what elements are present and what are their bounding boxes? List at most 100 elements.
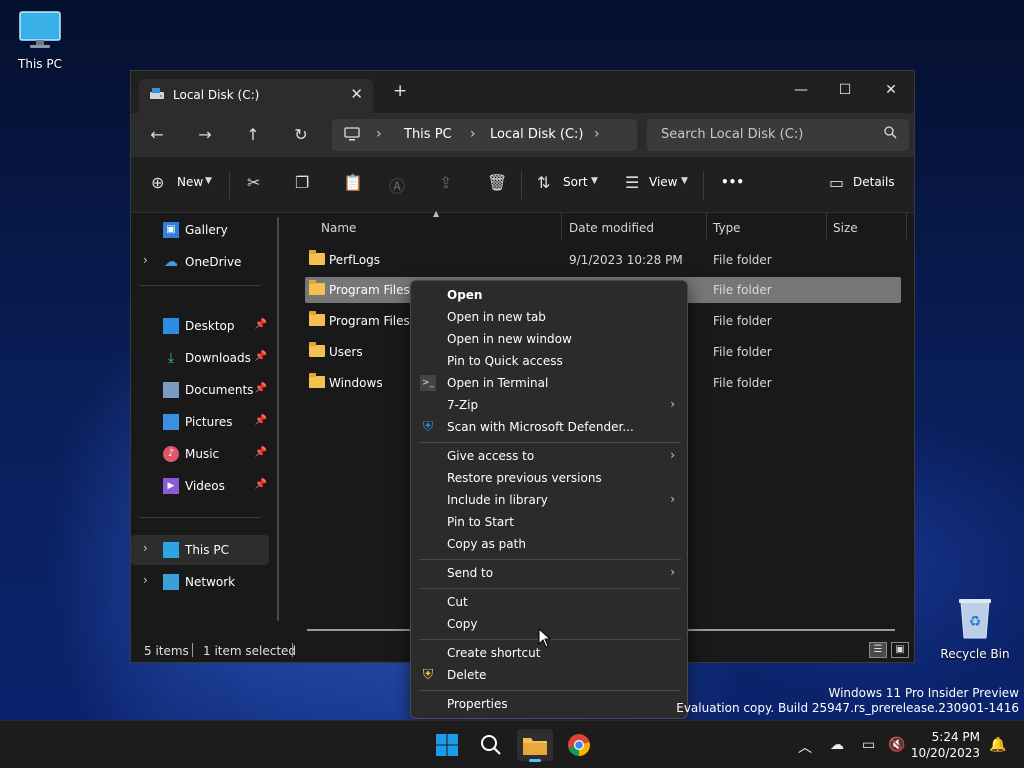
search-input[interactable]: Search Local Disk (C:) [647,119,909,151]
delete-icon[interactable]: 🗑 [487,173,507,192]
refresh-icon[interactable]: ↻ [287,123,315,147]
pin-icon[interactable]: 📌 [255,447,267,458]
pin-icon[interactable]: 📌 [255,351,267,362]
menu-item-open-terminal[interactable]: >_ Open in Terminal [411,372,687,394]
chevron-right-icon: › [376,126,382,142]
chevron-right-icon: › [670,397,675,411]
clock[interactable]: 5:24 PM 10/20/2023 [911,729,980,761]
column-header-date[interactable]: Date modified [569,221,654,235]
menu-item-open-new-window[interactable]: Open in new window [411,328,687,350]
menu-item-7zip[interactable]: 7-Zip › [411,394,687,416]
sidebar-item-onedrive[interactable]: › ☁ OneDrive [131,247,269,277]
menu-item-open[interactable]: Open [411,284,687,306]
menu-item-pin-start[interactable]: Pin to Start [411,511,687,533]
sort-button[interactable]: Sort [563,175,588,189]
chevron-up-icon[interactable]: ︿ [798,737,812,757]
column-header-size[interactable]: Size [833,221,858,235]
pc-monitor-icon [344,126,360,145]
breadcrumb-local-disk[interactable]: Local Disk (C:) [490,127,583,142]
menu-item-properties[interactable]: Properties [411,693,687,715]
details-pane-icon[interactable]: ▭ [829,173,844,192]
sidebar-item-downloads[interactable]: ⤓ Downloads 📌 [131,343,269,373]
chevron-down-icon: ▼ [591,176,598,186]
view-icon[interactable]: ☰ [625,173,639,192]
pin-icon[interactable]: 📌 [255,383,267,394]
menu-item-copy-path[interactable]: Copy as path [411,533,687,555]
close-tab-icon[interactable]: ✕ [350,85,363,103]
notification-bell-icon[interactable]: 🔔 [989,737,1006,753]
copy-icon[interactable]: ❐ [295,173,309,192]
terminal-icon: >_ [420,375,436,391]
cloud-offline-icon[interactable]: ☁ [830,737,844,753]
tab-local-disk[interactable]: Local Disk (C:) ✕ [139,79,373,113]
details-view-icon[interactable]: ☰ [869,642,887,658]
windows-logo-icon [436,734,458,756]
chevron-right-icon[interactable]: › [143,541,148,555]
sidebar-item-pictures[interactable]: Pictures 📌 [131,407,269,437]
folder-icon [309,342,325,357]
folder-icon [309,280,325,295]
minimize-button[interactable]: — [778,75,824,105]
desktop-icon [163,318,179,334]
chevron-right-icon[interactable]: › [594,126,600,142]
chevron-right-icon[interactable]: › [143,253,148,267]
address-bar[interactable]: › This PC › Local Disk (C:) › [332,119,637,151]
sidebar-item-this-pc[interactable]: › This PC [131,535,269,565]
new-plus-icon[interactable]: ⊕ [151,173,164,192]
desktop-icon-label: This PC [18,57,62,71]
maximize-button[interactable]: ☐ [822,75,868,105]
tiles-view-icon[interactable]: ▣ [891,642,909,658]
pin-icon[interactable]: 📌 [255,415,267,426]
sort-icon[interactable]: ⇅ [537,173,550,192]
folder-icon [523,738,547,755]
sidebar-item-documents[interactable]: Documents 📌 [131,375,269,405]
column-header-name[interactable]: Name [321,221,356,235]
sidebar-item-videos[interactable]: ▶ Videos 📌 [131,471,269,501]
column-header-type[interactable]: Type [713,221,741,235]
new-tab-button[interactable]: + [393,81,407,101]
clock-date: 10/20/2023 [910,746,980,760]
watermark-edition: Windows 11 Pro Insider Preview [828,686,1019,700]
chrome-taskbar-button[interactable] [561,729,597,761]
details-button[interactable]: Details [853,175,895,189]
sidebar-item-gallery[interactable]: ▣ Gallery [131,215,269,245]
cut-icon[interactable]: ✂ [247,173,260,192]
back-arrow-icon[interactable]: ← [143,123,171,147]
search-taskbar-button[interactable] [473,729,509,761]
new-button[interactable]: New [177,175,203,189]
more-options-button[interactable]: ••• [721,175,744,189]
forward-arrow-icon[interactable]: → [191,123,219,147]
pin-icon[interactable]: 📌 [255,479,267,490]
menu-item-include-library[interactable]: Include in library › [411,489,687,511]
up-arrow-icon[interactable]: ↑ [239,123,267,147]
close-window-button[interactable]: ✕ [868,75,914,105]
breadcrumb-this-pc[interactable]: This PC [404,127,452,142]
sidebar-item-desktop[interactable]: Desktop 📌 [131,311,269,341]
context-menu: Open Open in new tab Open in new window … [410,280,688,719]
taskbar: ︿ ☁ ▭ 🔇 5:24 PM 10/20/2023 🔔 [0,720,1024,768]
chevron-right-icon[interactable]: › [143,573,148,587]
menu-item-delete[interactable]: ⛨ Delete [411,664,687,686]
file-row[interactable]: PerfLogs 9/1/2023 10:28 PM File folder [305,247,901,273]
network-icon[interactable]: ▭ [862,737,875,753]
start-button[interactable] [429,729,465,761]
view-button[interactable]: View [649,175,677,189]
paste-icon: 📋 [343,173,363,192]
volume-muted-icon[interactable]: 🔇 [888,737,905,753]
menu-item-give-access[interactable]: Give access to › [411,445,687,467]
sidebar-item-network[interactable]: › Network [131,567,269,597]
selection-count: 1 item selected [203,644,297,658]
chevron-right-icon: › [670,448,675,462]
desktop-icon-recycle-bin[interactable]: ♻ Recycle Bin [935,596,1015,661]
sidebar-item-music[interactable]: ♪ Music 📌 [131,439,269,469]
menu-item-restore-versions[interactable]: Restore previous versions [411,467,687,489]
pin-icon[interactable]: 📌 [255,319,267,330]
menu-item-scan-defender[interactable]: ⛨ Scan with Microsoft Defender... [411,416,687,438]
sidebar-scrollbar[interactable] [277,217,279,621]
menu-item-send-to[interactable]: Send to › [411,562,687,584]
desktop-icon-this-pc[interactable]: This PC [0,10,80,71]
menu-item-open-new-tab[interactable]: Open in new tab [411,306,687,328]
file-explorer-taskbar-button[interactable] [517,729,553,762]
menu-item-pin-quick-access[interactable]: Pin to Quick access [411,350,687,372]
menu-item-cut[interactable]: Cut [411,591,687,613]
